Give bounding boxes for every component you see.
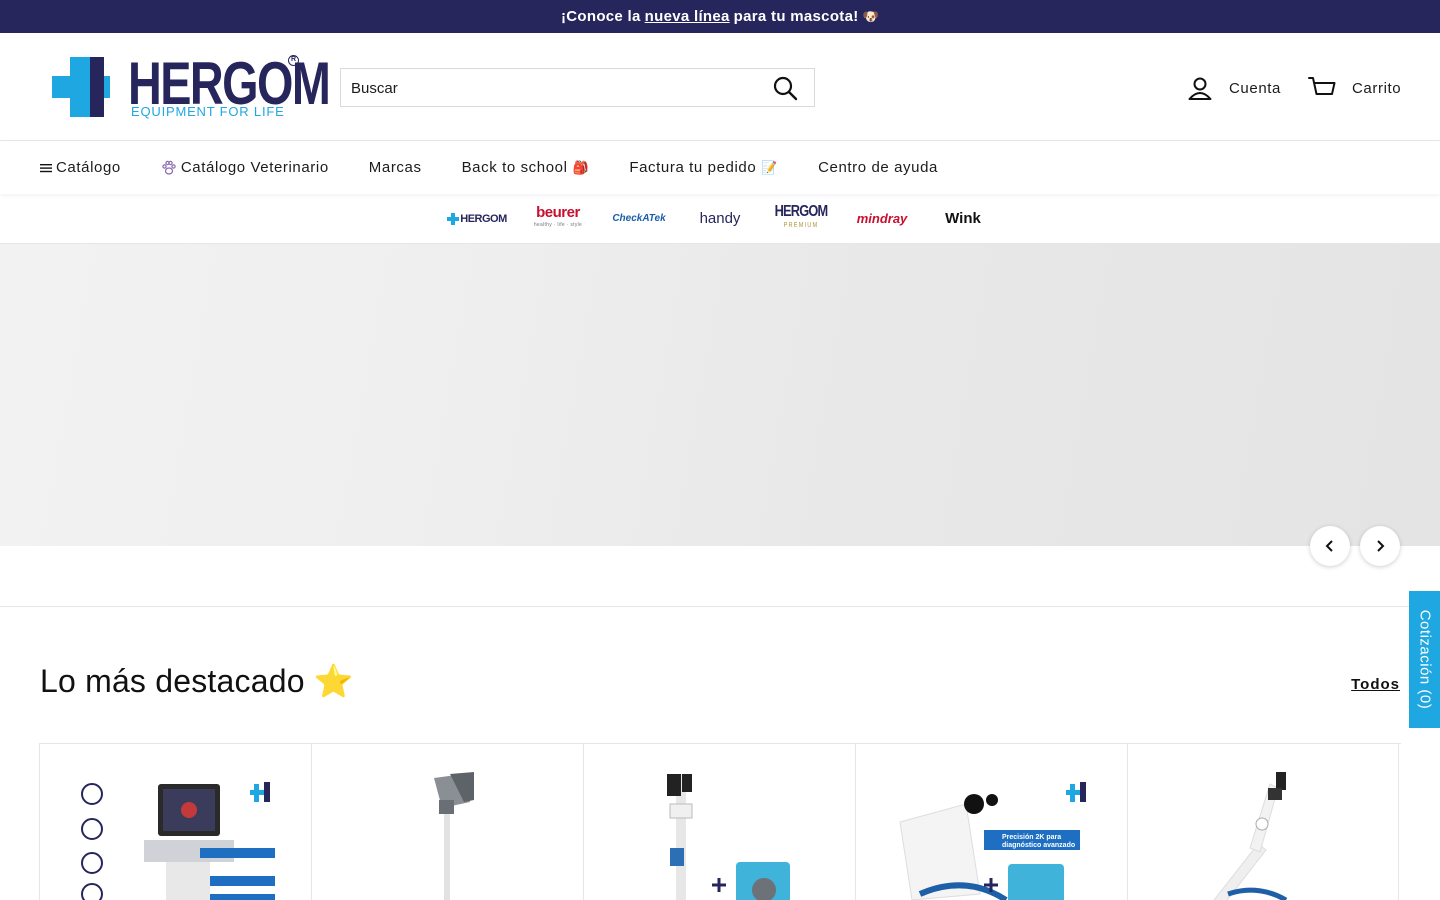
- product-card[interactable]: [1127, 744, 1399, 900]
- product-image-colposcope: [667, 774, 790, 900]
- product-card[interactable]: [311, 744, 583, 900]
- announcement-link[interactable]: nueva línea: [645, 8, 730, 25]
- brand-logo-wink[interactable]: Wink: [923, 204, 1004, 234]
- chevron-right-icon: [1377, 540, 1385, 552]
- section-divider: [0, 606, 1440, 607]
- brand-logo-hergom-aspiradores[interactable]: HERGOM: [437, 204, 518, 234]
- paw-icon: [161, 160, 177, 176]
- announcement-suffix: para tu mascota!: [733, 8, 859, 25]
- main-nav: Catálogo Catálogo Veterinario Marcas Bac…: [0, 141, 1440, 194]
- brand-logo-hergom-premium[interactable]: HERGOM PREMIUM: [761, 203, 842, 234]
- featured-title: Lo más destacado ⭐: [40, 663, 354, 699]
- announcement-bar: ¡Conoce la nueva línea para tu mascota! …: [0, 0, 1440, 33]
- product-card[interactable]: Precisión 2K para diagnóstico avanzado: [855, 744, 1127, 900]
- quote-side-tab[interactable]: Cotización (0): [1409, 591, 1440, 728]
- backpack-icon: 🎒: [572, 159, 590, 175]
- quote-side-tab-label: Cotización (0): [1416, 609, 1434, 710]
- hero-banner[interactable]: [0, 244, 1440, 546]
- svg-text:diagnóstico avanzado: diagnóstico avanzado: [1002, 842, 1075, 849]
- account-label: Cuenta: [1229, 79, 1281, 97]
- cart-icon: [1308, 77, 1336, 95]
- product-image-colposcope-arm: [1213, 772, 1288, 900]
- search-icon[interactable]: [772, 75, 798, 101]
- product-grid: Precisión 2K para diagnóstico avanzado: [39, 743, 1401, 900]
- nav-item-catalogo[interactable]: Catálogo: [40, 141, 121, 194]
- nav-item-centro-de-ayuda[interactable]: Centro de ayuda: [818, 141, 938, 194]
- announcement-prefix: ¡Conoce la: [560, 8, 641, 25]
- brand-logo-mindray[interactable]: mindray: [842, 204, 923, 234]
- nav-item-back-to-school[interactable]: Back to school 🎒: [462, 141, 590, 194]
- account-link[interactable]: Cuenta: [1187, 73, 1281, 103]
- product-image-ultrasound: [81, 782, 275, 900]
- menu-icon: [40, 163, 52, 173]
- user-icon: [1188, 77, 1212, 100]
- search-input[interactable]: [351, 77, 751, 99]
- brand-strip: HERGOM beurer healthy · life · style Chec…: [0, 194, 1440, 244]
- chevron-left-icon: [1325, 540, 1333, 552]
- site-logo[interactable]: HERGOM R EQUIPMENT FOR LIFE: [50, 50, 331, 123]
- site-header: HERGOM R EQUIPMENT FOR LIFE Cuenta Carri…: [0, 33, 1440, 141]
- product-image-colposcope-2k: Precisión 2K para diagnóstico avanzado: [899, 782, 1086, 900]
- slider-prev-button[interactable]: [1310, 526, 1350, 566]
- slider-next-button[interactable]: [1360, 526, 1400, 566]
- nav-item-marcas[interactable]: Marcas: [369, 141, 422, 194]
- dog-icon: 🐶: [862, 8, 880, 24]
- nav-item-factura[interactable]: Factura tu pedido 📝: [629, 141, 778, 194]
- product-image-lamp: [434, 772, 474, 900]
- featured-view-all-link[interactable]: Todos: [1351, 676, 1400, 693]
- nav-item-catalogo-veterinario[interactable]: Catálogo Veterinario: [161, 141, 329, 194]
- search-box: [340, 68, 815, 107]
- brand-logo-checkatek[interactable]: CheckATek: [599, 204, 680, 234]
- brand-logo-beurer[interactable]: beurer healthy · life · style: [518, 204, 599, 234]
- cart-label: Carrito: [1352, 79, 1402, 97]
- registered-icon: R: [288, 55, 299, 66]
- product-card[interactable]: [39, 744, 311, 900]
- memo-icon: 📝: [761, 159, 779, 175]
- svg-text:Precisión 2K para: Precisión 2K para: [1002, 834, 1061, 841]
- cart-link[interactable]: Carrito: [1308, 73, 1401, 103]
- product-card[interactable]: [583, 744, 855, 900]
- brand-logo-handy[interactable]: handy: [680, 204, 761, 234]
- logo-tagline: EQUIPMENT FOR LIFE: [131, 104, 285, 119]
